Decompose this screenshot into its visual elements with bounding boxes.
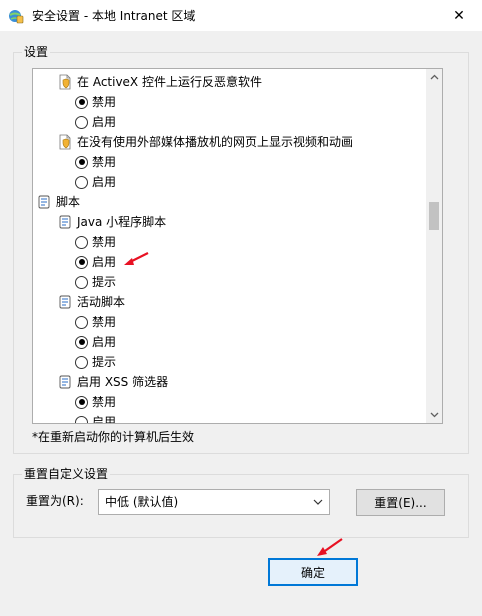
radio-option[interactable]: 启用 xyxy=(75,252,116,272)
row-label: 活动脚本 xyxy=(77,295,126,309)
row-label: 启用 xyxy=(92,175,117,189)
radio-option[interactable]: 禁用 xyxy=(75,92,116,112)
script-icon xyxy=(36,194,52,210)
row-label: 禁用 xyxy=(92,95,117,109)
row-label: 提示 xyxy=(92,355,117,369)
shield-page-icon xyxy=(57,74,73,90)
radio-button-checked[interactable] xyxy=(75,155,88,169)
radio-option[interactable]: 提示 xyxy=(75,272,116,292)
tree-category: 脚本 xyxy=(36,192,80,212)
radio-button[interactable] xyxy=(75,355,88,369)
radio-button[interactable] xyxy=(75,315,88,329)
radio-button-checked[interactable] xyxy=(75,95,88,109)
radio-button-checked[interactable] xyxy=(75,395,88,409)
settings-listbox[interactable]: 在 ActiveX 控件上运行反恶意软件 禁用 启用 在没有使用外部媒体播放机的网页上… xyxy=(32,68,443,424)
close-button[interactable]: ✕ xyxy=(436,0,482,31)
close-icon: ✕ xyxy=(453,7,465,24)
row-label: 启用 XSS 筛选器 xyxy=(77,375,169,389)
tree-setting: 活动脚本 xyxy=(57,292,125,312)
internet-options-icon xyxy=(9,10,24,24)
row-label: 启用 xyxy=(92,255,117,269)
row-label: 禁用 xyxy=(92,155,117,169)
row-label: Java 小程序脚本 xyxy=(77,215,167,229)
row-label: 提示 xyxy=(92,275,117,289)
radio-option[interactable]: 禁用 xyxy=(75,152,116,172)
scroll-thumb[interactable] xyxy=(429,202,439,230)
radio-button[interactable] xyxy=(75,275,88,289)
script-icon xyxy=(57,294,73,310)
reset-group-label: 重置自定义设置 xyxy=(22,467,111,481)
title-bar: 安全设置 - 本地 Intranet 区域 ✕ xyxy=(0,0,482,31)
annotation-arrow-icon xyxy=(317,538,343,556)
tree-setting: 启用 XSS 筛选器 xyxy=(57,372,168,392)
tree-setting: 在没有使用外部媒体播放机的网页上显示视频和动画 xyxy=(57,132,353,152)
restart-note: *在重新启动你的计算机后生效 xyxy=(32,430,195,444)
tree-setting: 在 ActiveX 控件上运行反恶意软件 xyxy=(57,72,262,92)
shield-page-icon xyxy=(57,134,73,150)
radio-option[interactable]: 启用 xyxy=(75,332,116,352)
radio-option[interactable]: 提示 xyxy=(75,352,116,372)
row-label: 启用 xyxy=(92,335,117,349)
radio-option[interactable]: 启用 xyxy=(75,412,117,424)
row-label: 禁用 xyxy=(92,395,117,409)
row-label: 启用 xyxy=(92,415,117,424)
reset-level-value: 中低 (默认值) xyxy=(105,495,179,509)
radio-option[interactable]: 禁用 xyxy=(75,392,116,412)
script-icon xyxy=(57,214,73,230)
row-label: 禁用 xyxy=(92,235,117,249)
radio-button-checked[interactable] xyxy=(75,335,88,349)
radio-button[interactable] xyxy=(75,415,88,423)
radio-button-checked[interactable] xyxy=(75,255,88,269)
ok-button-label: 确定 xyxy=(300,565,325,580)
row-label: 脚本 xyxy=(56,195,81,209)
radio-option[interactable]: 启用 xyxy=(75,112,116,132)
ok-button[interactable]: 确定 xyxy=(268,558,358,586)
radio-option[interactable]: 启用 xyxy=(75,172,116,192)
row-label: 在没有使用外部媒体播放机的网页上显示视频和动画 xyxy=(77,135,354,149)
annotation-arrow-icon xyxy=(124,252,149,265)
chevron-down-icon xyxy=(430,412,438,418)
radio-button[interactable] xyxy=(75,235,88,249)
chevron-up-icon xyxy=(430,74,438,80)
window-title: 安全设置 - 本地 Intranet 区域 xyxy=(32,9,196,23)
reset-to-label: 重置为(R): xyxy=(26,494,84,508)
row-label: 禁用 xyxy=(92,315,117,329)
row-label: 在 ActiveX 控件上运行反恶意软件 xyxy=(77,75,262,89)
chevron-down-icon xyxy=(313,499,323,505)
radio-button[interactable] xyxy=(75,115,88,129)
reset-button[interactable]: 重置(E)... xyxy=(356,489,445,516)
scroll-down-button[interactable] xyxy=(426,407,442,423)
radio-option[interactable]: 禁用 xyxy=(75,232,116,252)
tree-setting: Java 小程序脚本 xyxy=(57,212,166,232)
scroll-up-button[interactable] xyxy=(426,69,442,85)
settings-group-label: 设置 xyxy=(22,45,51,59)
radio-button[interactable] xyxy=(75,175,88,189)
vertical-scrollbar[interactable] xyxy=(426,69,442,423)
radio-option[interactable]: 禁用 xyxy=(75,312,116,332)
script-icon xyxy=(57,374,73,390)
row-label: 启用 xyxy=(92,115,117,129)
reset-button-label: 重置(E)... xyxy=(374,496,427,510)
reset-level-select[interactable]: 中低 (默认值) xyxy=(98,489,330,515)
